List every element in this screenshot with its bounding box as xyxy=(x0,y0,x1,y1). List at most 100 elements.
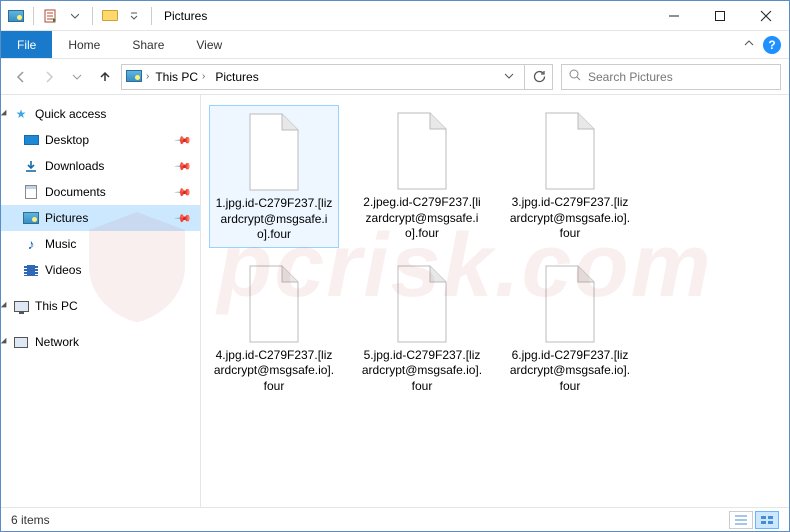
star-icon: ★ xyxy=(13,107,29,121)
file-icon xyxy=(535,262,605,346)
file-name: 2.jpeg.id-C279F237.[lizardcrypt@msgsafe.… xyxy=(361,195,483,242)
file-item[interactable]: 2.jpeg.id-C279F237.[lizardcrypt@msgsafe.… xyxy=(357,105,487,248)
pictures-icon xyxy=(23,211,39,225)
large-icons-view-button[interactable] xyxy=(755,511,779,529)
file-list[interactable]: 1.jpg.id-C279F237.[lizardcrypt@msgsafe.i… xyxy=(201,95,789,507)
help-icon[interactable]: ? xyxy=(763,36,781,54)
file-icon xyxy=(239,262,309,346)
properties-icon[interactable] xyxy=(40,5,62,27)
sidebar-item-label: Downloads xyxy=(45,159,104,173)
sidebar-item-label: Videos xyxy=(45,263,81,277)
forward-button[interactable] xyxy=(37,65,61,89)
maximize-button[interactable] xyxy=(697,1,743,31)
file-name: 6.jpg.id-C279F237.[lizardcrypt@msgsafe.i… xyxy=(509,348,631,395)
file-item[interactable]: 4.jpg.id-C279F237.[lizardcrypt@msgsafe.i… xyxy=(209,258,339,399)
pin-icon: 📌 xyxy=(174,209,193,228)
downloads-icon xyxy=(23,159,39,173)
sidebar-item-desktop[interactable]: Desktop 📌 xyxy=(1,127,200,153)
divider xyxy=(33,7,34,25)
sidebar-item-label: Pictures xyxy=(45,211,88,225)
network-icon xyxy=(13,335,29,349)
sidebar-item-label: Desktop xyxy=(45,133,89,147)
refresh-button[interactable] xyxy=(525,64,553,90)
chevron-right-icon[interactable]: › xyxy=(202,71,205,82)
quick-access-toolbar: Pictures xyxy=(1,5,211,27)
breadcrumb-dropdown-icon[interactable] xyxy=(498,70,520,84)
sidebar-item-label: Network xyxy=(35,335,79,349)
breadcrumb-segment[interactable]: This PC › xyxy=(151,70,209,84)
qat-dropdown-icon[interactable] xyxy=(123,5,145,27)
sidebar-network[interactable]: Network xyxy=(1,329,200,355)
tab-share[interactable]: Share xyxy=(116,31,180,58)
close-button[interactable] xyxy=(743,1,789,31)
sidebar-item-label: This PC xyxy=(35,299,78,313)
file-tab[interactable]: File xyxy=(1,31,52,58)
body: ★ Quick access Desktop📌Downloads📌Documen… xyxy=(1,95,789,507)
sidebar-item-documents[interactable]: Documents 📌 xyxy=(1,179,200,205)
file-name: 1.jpg.id-C279F237.[lizardcrypt@msgsafe.i… xyxy=(214,196,334,243)
up-button[interactable] xyxy=(93,65,117,89)
file-icon xyxy=(387,109,457,193)
documents-icon xyxy=(23,185,39,199)
music-icon: ♪ xyxy=(23,237,39,251)
breadcrumb-label: This PC xyxy=(155,70,198,84)
sidebar-item-music[interactable]: ♪ Music xyxy=(1,231,200,257)
sidebar-item-label: Documents xyxy=(45,185,106,199)
ribbon-expand-icon[interactable] xyxy=(743,37,755,52)
address-bar: › This PC › Pictures Search Pictures xyxy=(1,59,789,95)
divider xyxy=(92,7,93,25)
pin-icon: 📌 xyxy=(174,157,193,176)
file-name: 4.jpg.id-C279F237.[lizardcrypt@msgsafe.i… xyxy=(213,348,335,395)
view-buttons xyxy=(729,511,779,529)
sidebar-item-label: Music xyxy=(45,237,76,251)
file-item[interactable]: 3.jpg.id-C279F237.[lizardcrypt@msgsafe.i… xyxy=(505,105,635,248)
status-bar: 6 items xyxy=(1,507,789,531)
search-placeholder: Search Pictures xyxy=(588,70,673,84)
sidebar-item-downloads[interactable]: Downloads 📌 xyxy=(1,153,200,179)
chevron-right-icon[interactable]: › xyxy=(146,71,149,82)
sidebar-item-pictures[interactable]: Pictures 📌 xyxy=(1,205,200,231)
desktop-icon xyxy=(23,133,39,147)
network-group: Network xyxy=(1,329,200,355)
tab-view[interactable]: View xyxy=(180,31,238,58)
pictures-icon xyxy=(126,70,144,84)
qat-dropdown-icon[interactable] xyxy=(64,5,86,27)
file-item[interactable]: 5.jpg.id-C279F237.[lizardcrypt@msgsafe.i… xyxy=(357,258,487,399)
breadcrumb-segment[interactable]: Pictures xyxy=(211,70,262,84)
window-title: Pictures xyxy=(164,9,207,23)
pin-icon: 📌 xyxy=(174,131,193,150)
search-box[interactable]: Search Pictures xyxy=(561,64,781,90)
ribbon: File Home Share View ? xyxy=(1,31,789,59)
status-text: 6 items xyxy=(11,513,50,527)
breadcrumb[interactable]: › This PC › Pictures xyxy=(121,64,525,90)
quick-access-group: ★ Quick access Desktop📌Downloads📌Documen… xyxy=(1,101,200,283)
file-name: 3.jpg.id-C279F237.[lizardcrypt@msgsafe.i… xyxy=(509,195,631,242)
app-icon[interactable] xyxy=(5,5,27,27)
window-controls xyxy=(651,1,789,31)
this-pc-group: This PC xyxy=(1,293,200,319)
file-icon xyxy=(535,109,605,193)
sidebar-this-pc[interactable]: This PC xyxy=(1,293,200,319)
back-button[interactable] xyxy=(9,65,33,89)
file-item[interactable]: 6.jpg.id-C279F237.[lizardcrypt@msgsafe.i… xyxy=(505,258,635,399)
file-item[interactable]: 1.jpg.id-C279F237.[lizardcrypt@msgsafe.i… xyxy=(209,105,339,248)
tab-home[interactable]: Home xyxy=(52,31,116,58)
sidebar-item-videos[interactable]: Videos xyxy=(1,257,200,283)
sidebar-quick-access[interactable]: ★ Quick access xyxy=(1,101,200,127)
file-name: 5.jpg.id-C279F237.[lizardcrypt@msgsafe.i… xyxy=(361,348,483,395)
sidebar-item-label: Quick access xyxy=(35,107,106,121)
search-icon xyxy=(568,68,582,85)
videos-icon xyxy=(23,263,39,277)
pin-icon: 📌 xyxy=(174,183,193,202)
recent-locations-button[interactable] xyxy=(65,65,89,89)
pc-icon xyxy=(13,299,29,313)
file-icon xyxy=(387,262,457,346)
folder-icon[interactable] xyxy=(99,5,121,27)
breadcrumb-label: Pictures xyxy=(215,70,258,84)
minimize-button[interactable] xyxy=(651,1,697,31)
title-bar: Pictures xyxy=(1,1,789,31)
details-view-button[interactable] xyxy=(729,511,753,529)
navigation-pane[interactable]: ★ Quick access Desktop📌Downloads📌Documen… xyxy=(1,95,201,507)
file-icon xyxy=(239,110,309,194)
divider xyxy=(151,7,152,25)
